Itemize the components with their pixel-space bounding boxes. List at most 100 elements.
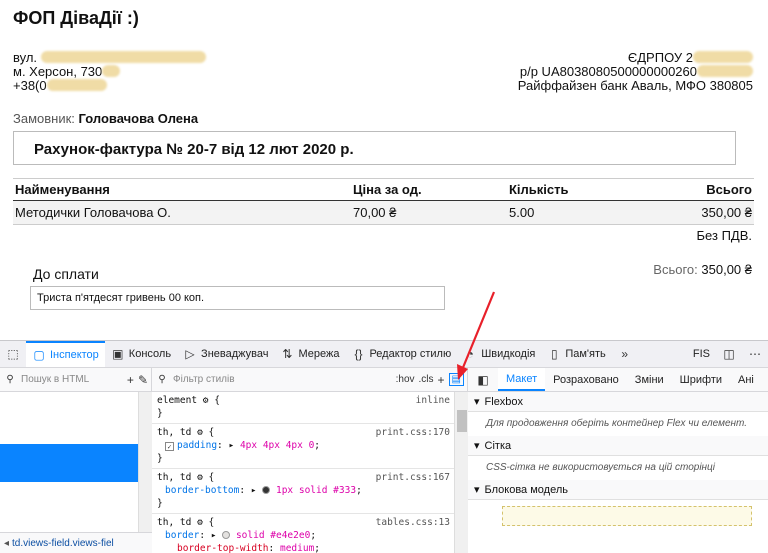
style-editor-icon: {} (354, 347, 363, 361)
cell-total: 350,00 ₴ (647, 200, 754, 225)
gear-icon[interactable]: ⚙ (197, 517, 203, 528)
address-line-city: м. Херсон, 730 (13, 64, 103, 79)
devtools-toolbar: ⬚ ▢ Інспектор ▣ Консоль ▷ Зневаджувач ⇅ Мере… (0, 341, 768, 368)
tab-performance[interactable]: ◔ Швидкодія (457, 341, 541, 367)
redaction-mark (102, 65, 121, 77)
element-picker-icon: ⬚ (7, 347, 19, 361)
gear-icon[interactable]: ⚙ (197, 472, 203, 483)
declaration-prop[interactable]: border-top-width (177, 543, 269, 553)
col-qty: Кількість (507, 178, 647, 201)
rule-block: element ⚙ { inline } (152, 392, 454, 424)
dock-icon: ◫ (723, 347, 735, 361)
address-line-street: вул. (13, 50, 38, 65)
pay-label: До сплати (33, 266, 99, 282)
tab-layout[interactable]: Макет (498, 368, 546, 391)
tab-style-editor[interactable]: {} Редактор стилю (345, 341, 457, 367)
sidebar-toggle-icon: ◧ (477, 372, 489, 387)
memory-icon: ▯ (551, 347, 558, 361)
markup-scrollbar[interactable] (138, 392, 152, 553)
chevron-left-icon[interactable]: ◂ (4, 538, 9, 549)
boxmodel-section-header[interactable]: ▾ Блокова модель (468, 480, 768, 500)
fis-label[interactable]: FIS (687, 341, 716, 367)
search-icon: ⚲ (6, 374, 14, 385)
chevron-double-right-icon: » (621, 347, 629, 361)
element-picker-button[interactable]: ⬚ (0, 341, 26, 367)
rule-block: th, td ⚙ { print.css:170 ✓ padding: ▸ 4px… (152, 424, 454, 469)
declaration-prop[interactable]: border (165, 530, 199, 541)
breadcrumb: ◂ td.views-field.views-fiel (0, 532, 152, 553)
boxmodel-diagram (502, 506, 752, 526)
rules-scrollbar[interactable] (454, 392, 468, 553)
tab-console[interactable]: ▣ Консоль (105, 341, 177, 367)
grid-hint: CSS-сітка не використовується на цій сто… (486, 462, 715, 473)
tab-inspector[interactable]: ▢ Інспектор (26, 341, 105, 367)
color-swatch[interactable] (262, 486, 271, 494)
tab-debugger[interactable]: ▷ Зневаджувач (177, 341, 274, 367)
rules-pane: ⚲ Фільтр стилів :hov .cls + ▤ element ⚙ … (152, 368, 468, 553)
total-value: 350,00 ₴ (701, 262, 752, 277)
col-name: Найменування (13, 178, 351, 201)
breadcrumb-item[interactable]: td.views-field.views-fiel (12, 538, 114, 549)
cell-qty: 5.00 (507, 200, 647, 225)
cell-price: 70,00 ₴ (351, 200, 507, 225)
menu-button[interactable]: ⋯ (742, 341, 768, 367)
total-label: Всього: (653, 262, 698, 277)
chevron-down-icon: ▾ (474, 396, 480, 408)
rule-source[interactable]: print.css:170 (376, 426, 450, 439)
rule-source[interactable]: print.css:167 (376, 471, 450, 484)
declaration-prop[interactable]: border-bottom (165, 485, 239, 496)
rule-selector[interactable]: th, td (157, 427, 191, 438)
declaration-value[interactable]: 1px solid #333 (276, 485, 356, 496)
rule-source[interactable]: inline (416, 394, 450, 407)
toggle-sidebar-button[interactable]: ◧ (468, 368, 498, 391)
rule-selector[interactable]: th, td (157, 472, 191, 483)
rules-list: element ⚙ { inline } th, td ⚙ { print.cs… (152, 392, 454, 553)
hov-button[interactable]: :hov (396, 374, 415, 385)
rule-selector[interactable]: th, td (157, 517, 191, 528)
tab-computed[interactable]: Розраховано (545, 368, 627, 391)
console-icon: ▣ (112, 347, 124, 361)
html-search-input[interactable]: Пошук в HTML (21, 374, 123, 385)
declaration-prop[interactable]: padding (177, 440, 217, 451)
more-tabs-button[interactable]: » (612, 341, 638, 367)
customer-label: Замовник: (13, 111, 75, 126)
add-node-button[interactable]: + (127, 373, 134, 387)
eyedropper-icon[interactable]: ✎ (138, 373, 148, 387)
redaction-mark (693, 51, 753, 63)
performance-icon: ◔ (466, 347, 474, 361)
rule-source[interactable]: tables.css:13 (376, 516, 450, 529)
color-swatch[interactable] (222, 531, 231, 539)
flexbox-section-header[interactable]: ▾ Flexbox (468, 392, 768, 412)
tab-fonts[interactable]: Шрифти (672, 368, 730, 391)
declaration-value[interactable]: 4px 4px 4px 0 (240, 440, 314, 451)
dock-button[interactable]: ◫ (716, 341, 742, 367)
print-media-icon[interactable]: ▤ (448, 373, 464, 386)
gear-icon[interactable]: ⚙ (203, 395, 209, 406)
more-dots-icon: ⋯ (749, 347, 761, 361)
gear-icon[interactable]: ⚙ (197, 427, 203, 438)
scrollbar-thumb[interactable] (457, 410, 467, 432)
flexbox-hint: Для продовження оберіть контейнер Flex ч… (486, 418, 748, 429)
chevron-down-icon: ▾ (474, 440, 480, 452)
selected-node-row[interactable] (0, 444, 138, 482)
declaration-value[interactable]: solid #e4e2e0 (236, 530, 310, 541)
declaration-value[interactable]: medium (280, 543, 314, 553)
tab-network[interactable]: ⇅ Мережа (274, 341, 345, 367)
pay-words: Триста п'ятдесят гривень 00 коп. (30, 286, 445, 310)
filter-icon: ⚲ (158, 374, 166, 385)
grid-section-header[interactable]: ▾ Сітка (468, 436, 768, 456)
cls-button[interactable]: .cls (419, 374, 434, 385)
declaration-checkbox[interactable]: ✓ (165, 442, 174, 451)
tab-memory[interactable]: ▯ Пам'ять (541, 341, 611, 367)
tab-animations[interactable]: Ані (730, 368, 762, 391)
vat-note: Без ПДВ. (696, 228, 752, 243)
redaction-mark (40, 51, 206, 63)
rule-selector[interactable]: element (157, 395, 197, 406)
cell-name: Методички Головачова О. (13, 200, 351, 225)
style-filter-input[interactable]: Фільтр стилів (173, 374, 392, 385)
account-number: р/р UA8038080500000000260 (519, 64, 697, 79)
add-rule-button[interactable]: + (438, 373, 445, 387)
total: Всього: 350,00 ₴ (653, 262, 752, 277)
col-price: Ціна за од. (351, 178, 507, 201)
tab-changes[interactable]: Зміни (627, 368, 672, 391)
